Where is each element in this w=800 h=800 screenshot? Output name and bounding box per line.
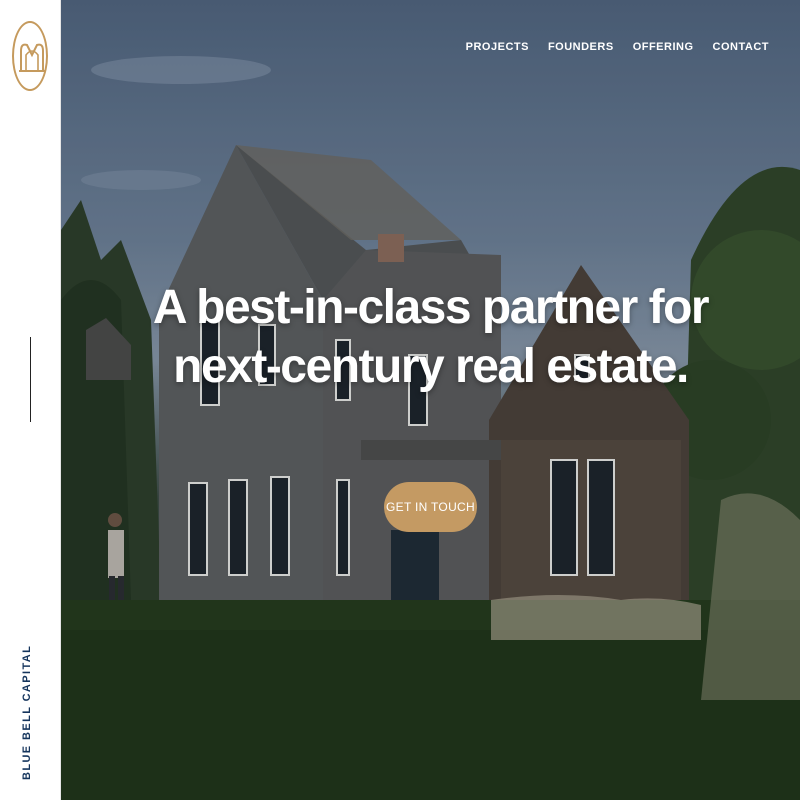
bell-monogram-icon bbox=[19, 43, 45, 72]
nav-item-founders[interactable]: FOUNDERS bbox=[548, 41, 614, 53]
get-in-touch-button[interactable]: GET IN TOUCH bbox=[384, 482, 477, 532]
logo-link[interactable] bbox=[12, 21, 48, 91]
top-nav: PROJECTS FOUNDERS OFFERING CONTACT bbox=[466, 41, 769, 53]
nav-item-projects[interactable]: PROJECTS bbox=[466, 41, 529, 53]
hero-headline: A best-in-class partner for next-century… bbox=[61, 278, 800, 396]
hero-headline-line2: next-century real estate. bbox=[173, 340, 689, 393]
hero-overlay bbox=[61, 0, 800, 800]
sidebar: BLUE BELL CAPITAL bbox=[0, 0, 61, 800]
nav-item-offering[interactable]: OFFERING bbox=[633, 41, 694, 53]
hero-section: PROJECTS FOUNDERS OFFERING CONTACT A bes… bbox=[61, 0, 800, 800]
sidebar-divider bbox=[30, 337, 31, 422]
brand-name: BLUE BELL CAPITAL bbox=[21, 644, 33, 780]
nav-item-contact[interactable]: CONTACT bbox=[713, 41, 769, 53]
hero-headline-line1: A best-in-class partner for bbox=[152, 281, 710, 334]
